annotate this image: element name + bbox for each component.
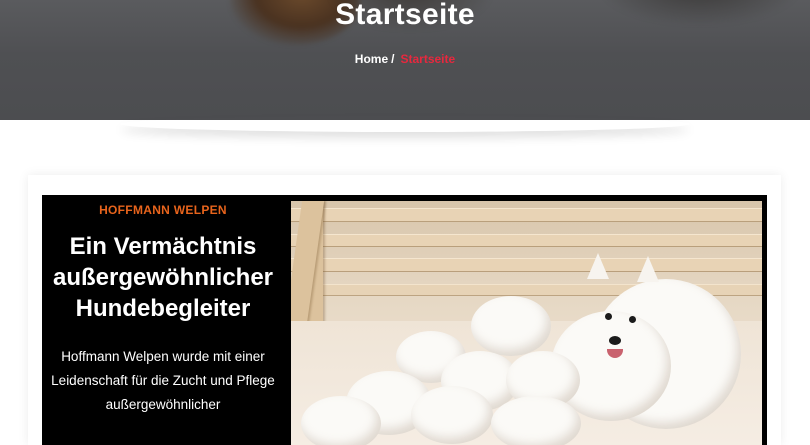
samoyed-puppies-photo — [291, 201, 762, 445]
mother-dog-ear — [637, 256, 659, 282]
page-hero: Startseite Home / Startseite — [0, 0, 810, 120]
breadcrumb: Home / Startseite — [0, 52, 810, 66]
mother-dog-ear — [587, 253, 609, 279]
pen-slat — [291, 259, 762, 271]
puppy — [301, 396, 381, 445]
intro-panel: HOFFMANN WELPEN Ein Vermächtnis außergew… — [42, 195, 767, 445]
section-headline: Ein Vermächtnis außergewöhnlicher Hundeb… — [52, 233, 274, 322]
puppy — [471, 296, 551, 356]
mother-dog-nose — [609, 336, 621, 345]
intro-card: HOFFMANN WELPEN Ein Vermächtnis außergew… — [28, 175, 781, 445]
pen-slat — [291, 235, 762, 246]
breadcrumb-separator: / — [391, 52, 395, 66]
breadcrumb-home-link[interactable]: Home — [355, 52, 388, 66]
section-body-text: Hoffmann Welpen wurde mit einer Leidensc… — [51, 349, 275, 412]
hero-shadow — [120, 116, 690, 132]
pen-slat — [291, 209, 762, 221]
mother-dog-eye — [605, 313, 612, 320]
page-title: Startseite — [335, 0, 475, 31]
puppy — [491, 396, 581, 445]
breadcrumb-current: Startseite — [400, 52, 456, 66]
section-eyebrow: HOFFMANN WELPEN — [99, 203, 227, 217]
puppy — [411, 386, 493, 444]
mother-dog-eye — [629, 316, 636, 323]
